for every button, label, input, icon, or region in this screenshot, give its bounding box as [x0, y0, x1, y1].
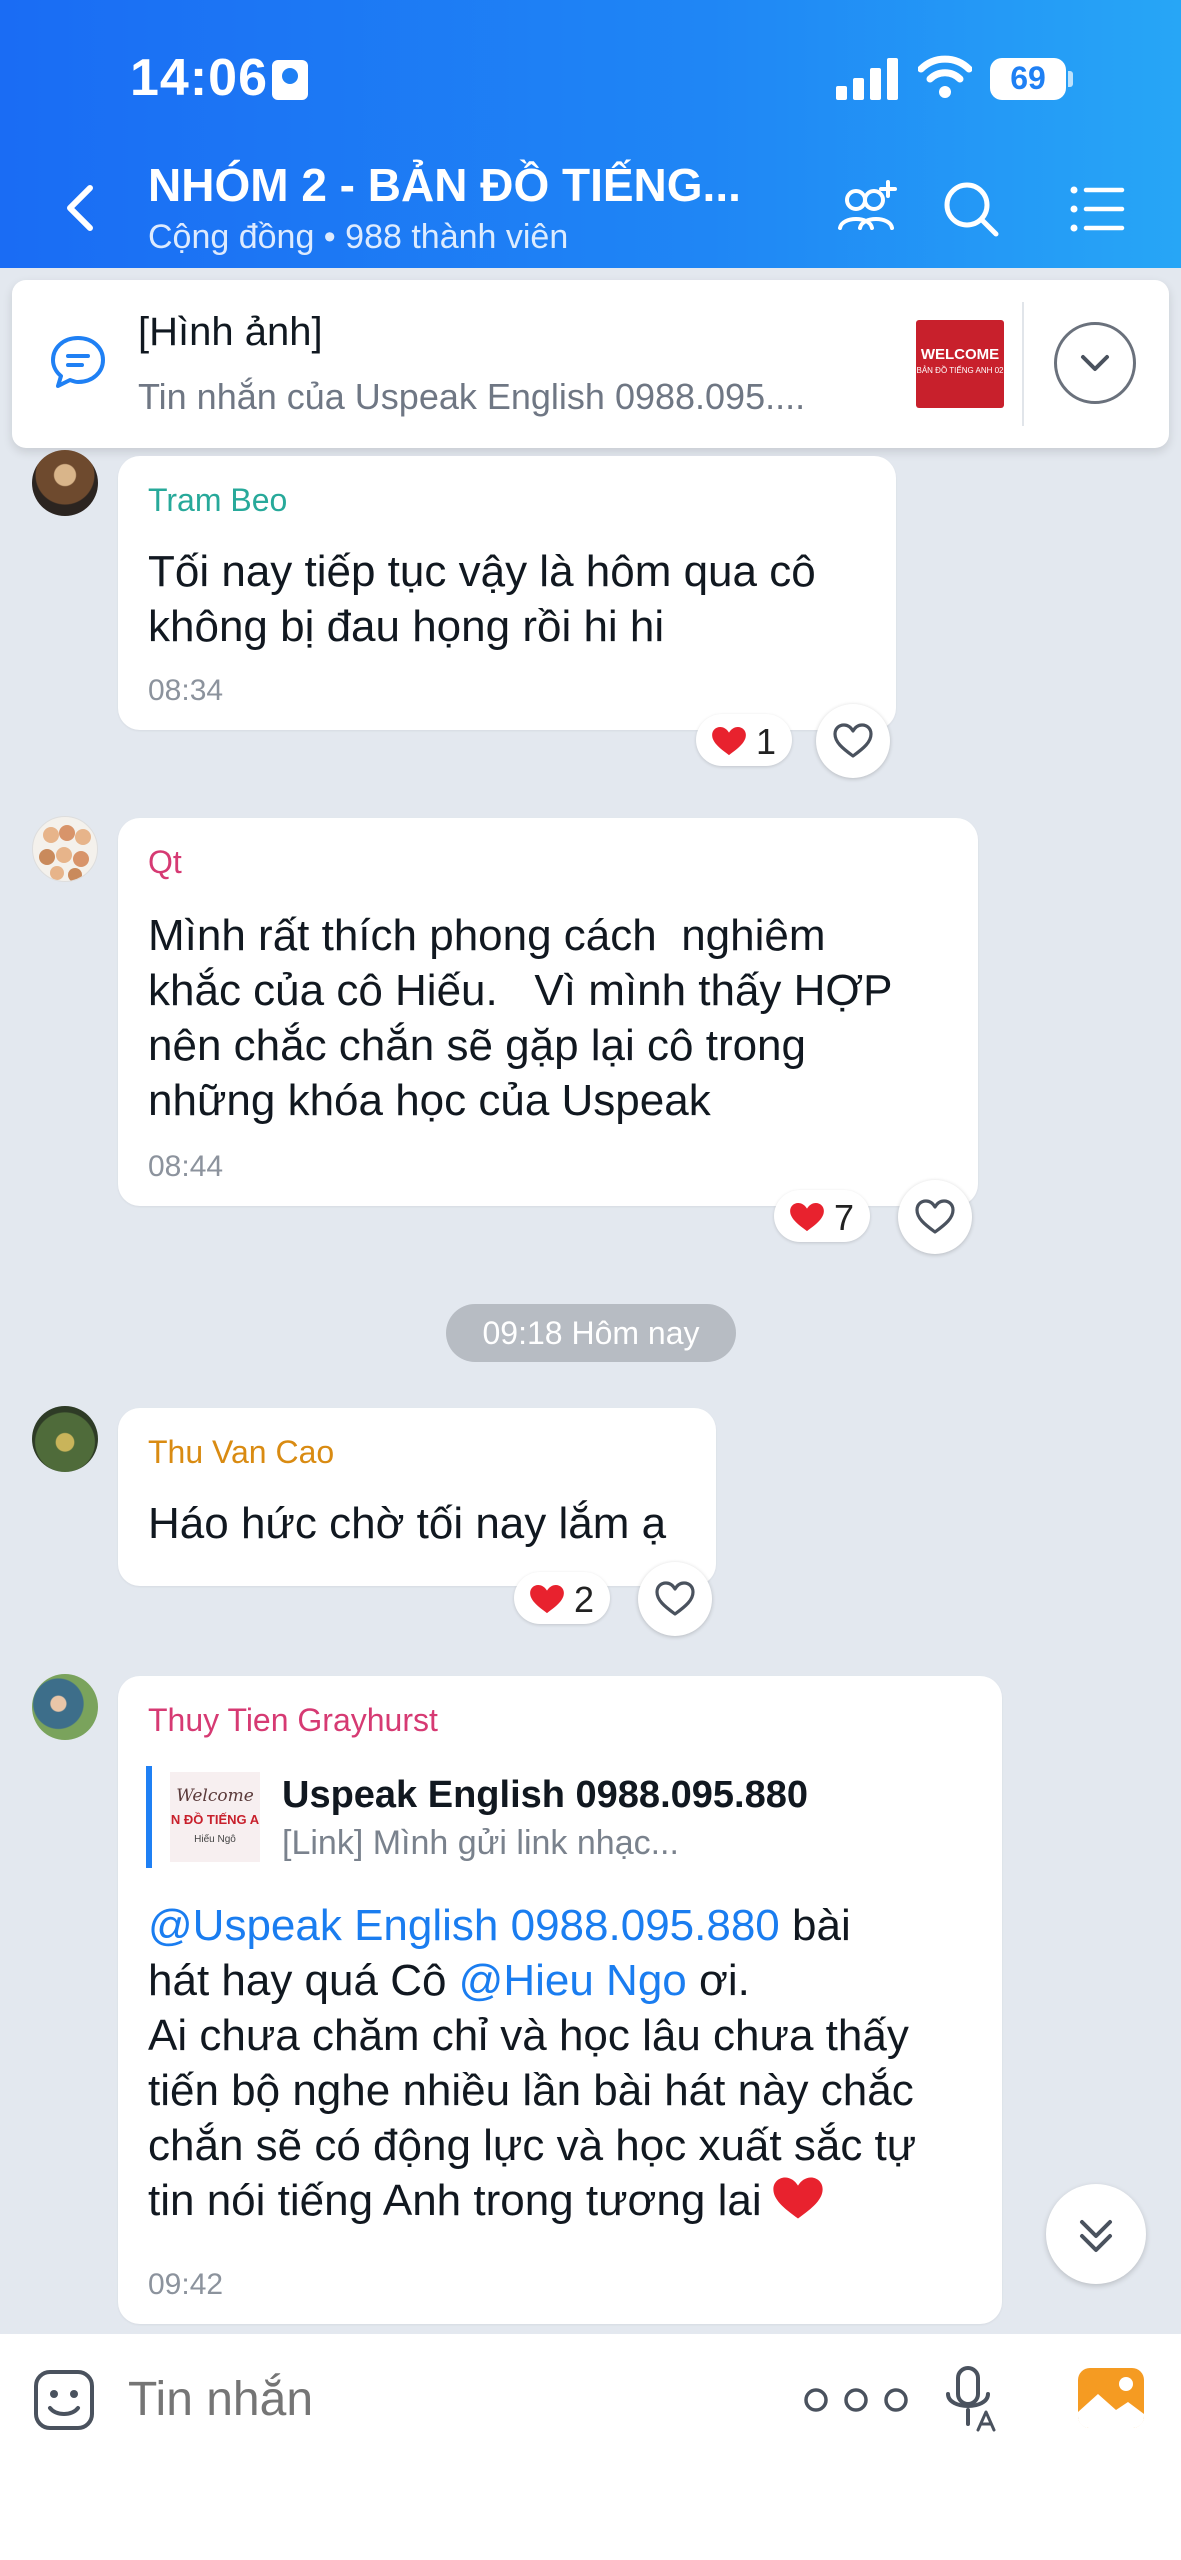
- message-input[interactable]: [128, 2368, 628, 2432]
- avatar[interactable]: [32, 816, 98, 882]
- message-line: những khóa học của Uspeak: [148, 1076, 711, 1125]
- message-line: tiến bộ nghe nhiều lần bài hát này chắc: [148, 2066, 914, 2115]
- message-line: chắn sẽ có động lực và học xuất sắc tự: [148, 2121, 917, 2170]
- emoji-icon[interactable]: [32, 2368, 96, 2432]
- heart-icon: [790, 1202, 824, 1232]
- avatar[interactable]: [32, 450, 98, 516]
- like-button[interactable]: [638, 1562, 712, 1636]
- message-line: nên chắc chắn sẽ gặp lại cô trong: [148, 1021, 807, 1070]
- reaction-number: 7: [834, 1197, 855, 1238]
- pinned-message-icon: [51, 336, 105, 388]
- chevron-down-icon: [1081, 355, 1109, 371]
- message-bubble[interactable]: Thuy Tien Grayhurst Welcome N ĐỒ TIẾNG A…: [118, 1676, 1002, 2324]
- message-line: Háo hức chờ tối nay lắm ạ: [148, 1499, 667, 1548]
- message-fragment: ơi.: [686, 1956, 750, 2005]
- message-line: @Uspeak English 0988.095.880 bài: [148, 1898, 916, 1953]
- reaction-count[interactable]: 1: [696, 714, 792, 766]
- message-input-bar: [0, 2334, 1181, 2560]
- menu-list-icon[interactable]: [1064, 176, 1130, 242]
- sender-name[interactable]: Tram Beo: [148, 482, 287, 519]
- scroll-to-bottom-button[interactable]: [1046, 2184, 1146, 2284]
- divider: [1022, 302, 1024, 426]
- like-button[interactable]: [898, 1180, 972, 1254]
- wifi-icon: [918, 55, 972, 98]
- avatar[interactable]: [32, 1674, 98, 1740]
- cellular-signal-icon: [836, 58, 898, 100]
- avatar-image: [39, 825, 91, 881]
- status-time: 14:06: [130, 49, 268, 107]
- sender-name[interactable]: Qt: [148, 844, 182, 881]
- pinned-preview: Tin nhắn của Uspeak English 0988.095....: [138, 376, 806, 417]
- message-line: tin nói tiếng Anh trong tương lai: [148, 2173, 916, 2228]
- message-line: hát hay quá Cô @Hieu Ngo ơi.: [148, 1953, 916, 2008]
- image-icon[interactable]: [1076, 2366, 1146, 2430]
- chat-header: 14:06 69 NHÓM 2 - BẢN ĐỒ TIẾNG... Cộng đ…: [0, 0, 1181, 268]
- back-arrow-icon[interactable]: [52, 178, 112, 238]
- message-text: @Uspeak English 0988.095.880 bài hát hay…: [148, 1898, 916, 2228]
- message-line: khắc của cô Hiếu. Vì mình thấy HỢP: [148, 966, 893, 1015]
- thumb-welcome-text: Welcome: [176, 1786, 254, 1806]
- id-card-icon: [272, 60, 308, 100]
- heart-icon: [772, 2177, 823, 2219]
- quote-preview: [Link] Mình gửi link nhạc...: [282, 1824, 679, 1862]
- sender-name[interactable]: Thuy Tien Grayhurst: [148, 1702, 438, 1739]
- microphone-icon[interactable]: [938, 2364, 1002, 2436]
- message-time: 08:44: [148, 1150, 224, 1183]
- thumb-welcome-text: WELCOME: [920, 346, 1000, 363]
- battery-icon: 69: [990, 58, 1074, 100]
- like-outline-icon: [915, 1199, 955, 1234]
- message-text: Tối nay tiếp tục vậy là hôm qua cô không…: [148, 544, 816, 654]
- pinned-expand-button[interactable]: [1054, 322, 1136, 404]
- double-chevron-down-icon: [1080, 2220, 1112, 2252]
- like-button[interactable]: [816, 704, 890, 778]
- avatar[interactable]: [32, 1406, 98, 1472]
- quote-thumbnail: Welcome N ĐỒ TIẾNG A Hiếu Ngô: [170, 1772, 260, 1862]
- group-subtitle: Cộng đồng • 988 thành viên: [148, 218, 569, 256]
- mention-link[interactable]: @Uspeak English 0988.095.880: [148, 1901, 780, 1950]
- message-bubble[interactable]: Qt Mình rất thích phong cách nghiêm khắc…: [118, 818, 978, 1206]
- like-outline-icon: [655, 1581, 695, 1616]
- battery-level: 69: [1010, 60, 1046, 96]
- pinned-thumbnail[interactable]: WELCOME BẢN ĐỒ TIẾNG ANH 02: [916, 320, 1004, 408]
- thumb-title-text: N ĐỒ TIẾNG A: [170, 1812, 260, 1827]
- pinned-message[interactable]: [Hình ảnh] Tin nhắn của Uspeak English 0…: [12, 280, 1169, 448]
- message-fragment: tin nói tiếng Anh trong tương lai: [148, 2176, 762, 2225]
- add-member-icon[interactable]: [834, 176, 900, 242]
- thumb-name-text: Hiếu Ngô: [194, 1834, 236, 1845]
- sender-name[interactable]: Thu Van Cao: [148, 1434, 334, 1471]
- message-time: 08:34: [148, 674, 224, 707]
- thumb-sub-text: BẢN ĐỒ TIẾNG ANH 02: [916, 366, 1004, 375]
- message-bubble[interactable]: Tram Beo Tối nay tiếp tục vậy là hôm qua…: [118, 456, 896, 730]
- reaction-number: 1: [756, 721, 777, 762]
- message-bubble[interactable]: Thu Van Cao Háo hức chờ tối nay lắm ạ: [118, 1408, 716, 1586]
- reaction-count[interactable]: 2: [514, 1572, 610, 1624]
- reaction-count[interactable]: 7: [774, 1190, 870, 1242]
- heart-icon: [530, 1584, 564, 1614]
- message-text: Háo hức chờ tối nay lắm ạ: [148, 1496, 666, 1551]
- message-fragment: bài: [779, 1901, 851, 1950]
- heart-icon: [712, 726, 746, 756]
- message-text: Mình rất thích phong cách nghiêm khắc củ…: [148, 908, 893, 1128]
- mention-link[interactable]: @Hieu Ngo: [459, 1956, 687, 2005]
- search-icon[interactable]: [938, 176, 1004, 242]
- message-line: Ai chưa chăm chỉ và học lâu chưa thấy: [148, 2011, 909, 2060]
- quote-sender: Uspeak English 0988.095.880: [282, 1774, 808, 1816]
- message-line: Mình rất thích phong cách nghiêm: [148, 911, 826, 960]
- reaction-number: 2: [574, 1579, 595, 1620]
- date-separator: 09:18 Hôm nay: [446, 1304, 736, 1362]
- pinned-title: [Hình ảnh]: [138, 310, 323, 354]
- like-outline-icon: [833, 723, 873, 758]
- message-line: không bị đau họng rồi hi hi: [148, 602, 665, 651]
- message-line: Tối nay tiếp tục vậy là hôm qua cô: [148, 547, 816, 596]
- group-title[interactable]: NHÓM 2 - BẢN ĐỒ TIẾNG...: [148, 158, 788, 212]
- more-dots-icon[interactable]: [796, 2384, 916, 2416]
- quoted-message[interactable]: Welcome N ĐỒ TIẾNG A Hiếu Ngô Uspeak Eng…: [146, 1766, 808, 1868]
- message-fragment: hát hay quá Cô: [148, 1956, 459, 2005]
- message-time: 09:42: [148, 2268, 224, 2301]
